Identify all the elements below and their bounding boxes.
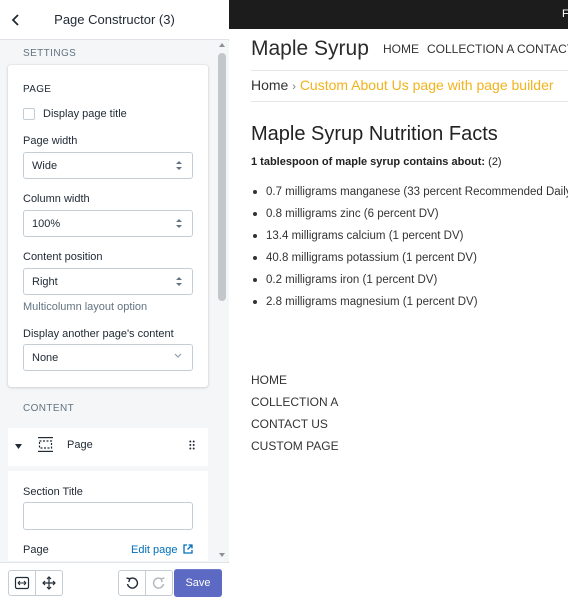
display-another-page-value: None <box>32 352 59 364</box>
page-width-value: Wide <box>32 160 58 172</box>
settings-section-label: SETTINGS <box>23 48 77 59</box>
page-settings-card: PAGE Display page title Page width Wide … <box>8 65 208 387</box>
column-width-value: 100% <box>32 218 61 230</box>
column-width-select[interactable]: 100% <box>23 210 193 237</box>
undo-button[interactable] <box>118 570 146 596</box>
breadcrumb-current: Custom About Us page with page builder <box>299 77 554 93</box>
select-arrows-icon <box>175 276 183 288</box>
scroll-down-arrow-icon[interactable] <box>219 553 225 557</box>
breadcrumb-divider <box>251 101 568 102</box>
content-position-label: Content position <box>23 251 103 263</box>
content-block-fields: Section Title Page Edit page <box>8 471 208 561</box>
breadcrumb-home-link[interactable]: Home <box>251 77 288 93</box>
edit-page-link[interactable]: Edit page <box>131 544 193 556</box>
scroll-thumb[interactable] <box>218 53 226 301</box>
announcement-text: F <box>562 8 568 20</box>
resize-horizontal-button[interactable] <box>8 570 36 596</box>
redo-button[interactable] <box>145 570 173 596</box>
store-preview: F Maple Syrup HOME COLLECTION A CONTACT … <box>229 0 568 600</box>
list-item: 0.8 milligrams zinc (6 percent DV) <box>251 206 568 228</box>
display-another-page-select[interactable]: None <box>23 344 193 371</box>
section-layout-icon <box>38 437 53 452</box>
chevron-down-icon <box>174 353 182 358</box>
page-field-label: Page <box>23 544 49 556</box>
editor-panel: Page Constructor (3) SETTINGS PAGE Displ… <box>0 0 229 600</box>
footer-link-collection-a[interactable]: COLLECTION A <box>251 394 339 416</box>
panel-header: Page Constructor (3) <box>0 0 229 40</box>
content-section-label: CONTENT <box>23 403 75 414</box>
list-item: 40.8 milligrams potassium (1 percent DV) <box>251 250 568 272</box>
footer-link-custom-page[interactable]: CUSTOM PAGE <box>251 438 339 460</box>
move-arrows-icon <box>42 576 56 590</box>
list-item: 0.2 milligrams iron (1 percent DV) <box>251 272 568 294</box>
save-button[interactable]: Save <box>174 569 222 597</box>
chevron-left-icon <box>11 14 19 26</box>
intro-paragraph: 1 tablespoon of maple syrup contains abo… <box>251 156 502 168</box>
edit-page-label: Edit page <box>131 544 178 556</box>
content-position-select[interactable]: Right <box>23 268 193 295</box>
footer-link-home[interactable]: HOME <box>251 372 339 394</box>
page-width-select[interactable]: Wide <box>23 152 193 179</box>
list-item: 13.4 milligrams calcium (1 percent DV) <box>251 228 568 250</box>
scroll-up-arrow-icon[interactable] <box>219 43 225 47</box>
move-button[interactable] <box>35 570 63 596</box>
intro-rest-text: (2) <box>485 156 502 168</box>
content-position-value: Right <box>32 276 58 288</box>
page-heading: Maple Syrup Nutrition Facts <box>251 123 498 145</box>
drag-handle-icon[interactable] <box>189 440 195 450</box>
nav-contact[interactable]: CONTACT <box>517 42 568 56</box>
external-link-icon <box>182 544 193 554</box>
undo-icon <box>126 577 139 589</box>
display-page-title-label: Display page title <box>43 108 127 120</box>
header-divider <box>251 70 568 71</box>
list-item: 0.7 milligrams manganese (33 percent Rec… <box>251 184 568 206</box>
select-arrows-icon <box>175 218 183 230</box>
settings-scroll-area: SETTINGS PAGE Display page title Page wi… <box>0 41 216 561</box>
nav-home[interactable]: HOME <box>383 42 419 56</box>
back-button[interactable] <box>6 10 26 30</box>
content-block-page[interactable]: Page <box>8 428 208 466</box>
breadcrumb-separator: › <box>292 81 296 93</box>
select-arrows-icon <box>175 160 183 172</box>
nutrition-facts-list: 0.7 milligrams manganese (33 percent Rec… <box>251 184 568 316</box>
content-block-name: Page <box>67 439 93 451</box>
panel-footer: Save <box>0 562 229 600</box>
column-width-label: Column width <box>23 193 90 205</box>
multicolumn-hint: Multicolumn layout option <box>23 301 148 313</box>
nav-collection-a[interactable]: COLLECTION A <box>427 42 514 56</box>
breadcrumb: Home › Custom About Us page with page bu… <box>251 77 554 93</box>
store-logo-text[interactable]: Maple Syrup <box>251 37 369 61</box>
list-item: 2.8 milligrams magnesium (1 percent DV) <box>251 294 568 316</box>
footer-link-contact-us[interactable]: CONTACT US <box>251 416 339 438</box>
display-another-page-label: Display another page's content <box>23 328 174 340</box>
panel-scrollbar[interactable] <box>216 41 229 561</box>
page-card-title: PAGE <box>23 84 52 95</box>
announcement-bar: F <box>229 0 568 29</box>
footer-nav: HOME COLLECTION A CONTACT US CUSTOM PAGE <box>251 372 339 460</box>
section-title-label: Section Title <box>23 486 83 498</box>
resize-horizontal-icon <box>14 576 30 590</box>
display-page-title-checkbox[interactable] <box>23 108 35 120</box>
redo-icon <box>152 577 165 589</box>
caret-down-icon <box>15 444 22 449</box>
panel-title: Page Constructor (3) <box>54 12 175 27</box>
intro-bold-text: 1 tablespoon of maple syrup contains abo… <box>251 156 486 168</box>
page-width-label: Page width <box>23 135 78 147</box>
section-title-input[interactable] <box>23 502 193 530</box>
